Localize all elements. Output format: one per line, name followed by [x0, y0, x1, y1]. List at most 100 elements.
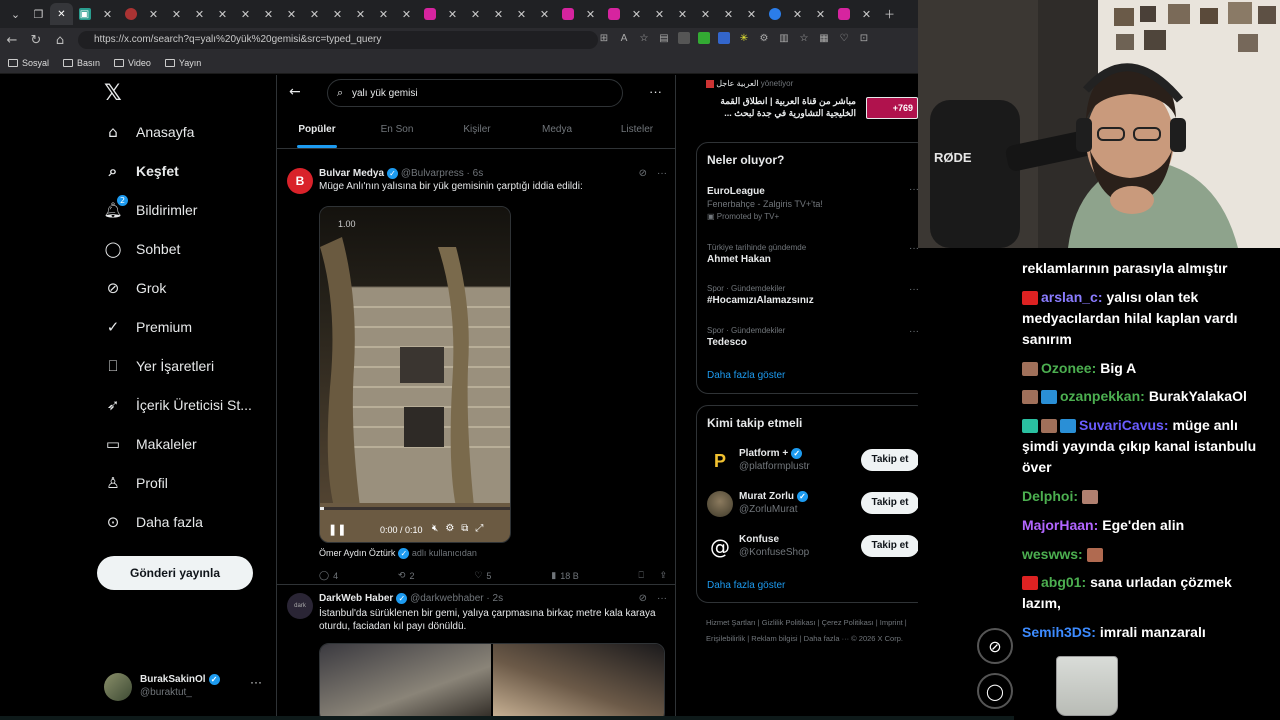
- nav-more[interactable]: ⊙ Daha fazla: [104, 513, 203, 531]
- browser-tab[interactable]: ✕: [165, 3, 188, 25]
- tweet-time[interactable]: 6s: [473, 168, 484, 179]
- browser-tab[interactable]: ✕: [280, 3, 303, 25]
- messages-floating-button[interactable]: ◯: [977, 673, 1013, 709]
- browser-tab[interactable]: ✕: [211, 3, 234, 25]
- more-dots-icon[interactable]: ···: [909, 326, 918, 337]
- nav-articles[interactable]: ▭ Makaleler: [104, 435, 197, 453]
- browser-tab[interactable]: [418, 3, 441, 25]
- settings-icon[interactable]: ⊡: [858, 32, 870, 44]
- browser-tab[interactable]: ✕: [855, 3, 878, 25]
- nav-creator-studio[interactable]: ➶ İçerik Üreticisi St...: [104, 396, 252, 414]
- browser-tab[interactable]: [832, 3, 855, 25]
- back-arrow-icon[interactable]: ←: [289, 84, 301, 100]
- extension-icon[interactable]: [678, 32, 690, 44]
- show-more-link[interactable]: Daha fazla göster: [707, 580, 785, 591]
- browser-tab[interactable]: ✕: [188, 3, 211, 25]
- tab-people[interactable]: Kişiler: [437, 113, 517, 148]
- browser-tab[interactable]: ✕: [786, 3, 809, 25]
- footer-links[interactable]: Hizmet Şartları | Gizlilik Politikası | …: [706, 615, 918, 647]
- follow-button[interactable]: Takip et: [861, 492, 918, 514]
- bookmark-folder[interactable]: Yayın: [164, 58, 201, 68]
- tab-lists[interactable]: Listeler: [597, 113, 675, 148]
- grok-icon[interactable]: ⊘: [639, 168, 647, 179]
- nav-notifications[interactable]: 🔔︎ 2 Bildirimler: [103, 195, 197, 219]
- tweet-author[interactable]: DarkWeb Haber: [319, 593, 393, 604]
- share-icon[interactable]: ⇪: [659, 570, 667, 581]
- repost-button[interactable]: ⟲ 2: [398, 570, 415, 581]
- trend-item[interactable]: Türkiye tarihinde gündemde Ahmet Hakan ·…: [707, 243, 918, 265]
- follow-button[interactable]: Takip et: [861, 449, 918, 471]
- favorite-star-icon[interactable]: ☆: [638, 32, 650, 44]
- trend-item[interactable]: EuroLeague Fenerbahçe - Zalgiris TV+'ta!…: [707, 184, 918, 221]
- tab-popular[interactable]: Popüler: [277, 113, 357, 148]
- more-dots-icon[interactable]: ···: [250, 675, 262, 689]
- tab-latest[interactable]: En Son: [357, 113, 437, 148]
- reply-button[interactable]: ◯ 4: [319, 570, 338, 581]
- browser-tab[interactable]: ✕: [533, 3, 556, 25]
- browser-tab[interactable]: ✕: [625, 3, 648, 25]
- nav-chat[interactable]: ◯ Sohbet: [104, 240, 181, 258]
- mute-icon[interactable]: 🔇︎: [432, 523, 438, 534]
- nav-profile[interactable]: ♙ Profil: [104, 474, 168, 492]
- browser-tab[interactable]: ✕: [372, 3, 395, 25]
- app-icon[interactable]: ⊞: [598, 32, 610, 44]
- media-image[interactable]: [493, 644, 664, 720]
- browser-tab[interactable]: ✕: [717, 3, 740, 25]
- follow-suggestion[interactable]: @ Konfuse @KonfuseShop Takip et: [707, 532, 918, 562]
- grok-icon[interactable]: ⊘: [639, 593, 647, 604]
- split-icon[interactable]: ▤: [658, 32, 670, 44]
- tweet-time[interactable]: 2s: [493, 593, 504, 604]
- tweet-media[interactable]: [319, 643, 665, 720]
- media-image[interactable]: [320, 644, 491, 720]
- more-dots-icon[interactable]: ···: [909, 243, 918, 254]
- tweet-avatar[interactable]: dark: [287, 593, 313, 619]
- browser-tab[interactable]: [602, 3, 625, 25]
- picture-in-picture-icon[interactable]: ⧉: [461, 523, 468, 534]
- browser-tab[interactable]: ✕: [809, 3, 832, 25]
- sidebar-icon[interactable]: ▥: [778, 32, 790, 44]
- browser-tab[interactable]: ✕: [441, 3, 464, 25]
- browser-tab[interactable]: ✕: [579, 3, 602, 25]
- bookmark-folder[interactable]: Video: [114, 58, 151, 68]
- more-dots-icon[interactable]: ···: [657, 168, 667, 179]
- browser-tab[interactable]: ✕: [257, 3, 280, 25]
- tweet-author[interactable]: Bulvar Medya: [319, 168, 384, 179]
- tab-media[interactable]: Medya: [517, 113, 597, 148]
- nav-grok[interactable]: ⊘ Grok: [104, 279, 167, 297]
- url-field[interactable]: https://x.com/search?q=yalı%20yük%20gemi…: [78, 31, 598, 49]
- fullscreen-icon[interactable]: ⤢: [475, 523, 483, 534]
- new-tab-button[interactable]: ＋: [878, 3, 901, 25]
- browser-tab[interactable]: ✕: [671, 3, 694, 25]
- browser-tab[interactable]: [119, 3, 142, 25]
- extensions-puzzle-icon[interactable]: ⚙: [758, 32, 770, 44]
- browser-tab[interactable]: ✕: [142, 3, 165, 25]
- browser-tab[interactable]: ✕: [96, 3, 119, 25]
- back-icon[interactable]: ←: [0, 33, 24, 48]
- follow-suggestion[interactable]: P Platform + ✓ @platformplustr Takip et: [707, 446, 918, 476]
- browser-tab[interactable]: ✕: [303, 3, 326, 25]
- favorites-icon[interactable]: ☆: [798, 32, 810, 44]
- browser-tab[interactable]: [556, 3, 579, 25]
- follow-button[interactable]: Takip et: [861, 535, 918, 557]
- bookmark-folder[interactable]: Sosyal: [8, 58, 49, 68]
- grok-floating-button[interactable]: ⊘: [977, 628, 1013, 664]
- tab-list-icon[interactable]: ⌄: [4, 3, 27, 25]
- read-aloud-icon[interactable]: A: [618, 32, 630, 44]
- more-dots-icon[interactable]: ···: [657, 593, 667, 604]
- nav-bookmarks[interactable]: ⎕ Yer İşaretleri: [104, 357, 214, 375]
- trend-item[interactable]: Spor · Gündemdekiler #HocamızıAlamazsını…: [707, 284, 918, 306]
- settings-gear-icon[interactable]: ⚙: [445, 523, 454, 534]
- nav-explore[interactable]: ⌕ Keşfet: [104, 162, 179, 180]
- live-broadcast-promo[interactable]: العربية عاجل yönetiyor مباشر من قناة الع…: [706, 79, 918, 129]
- tweet-handle[interactable]: @Bulvarpress: [401, 168, 464, 179]
- post-button[interactable]: Gönderi yayınla: [97, 556, 253, 590]
- browser-tab[interactable]: ✕: [510, 3, 533, 25]
- account-switcher[interactable]: BurakSakinOl ✓ @buraktut_ ···: [104, 671, 264, 701]
- x-logo-icon[interactable]: 𝕏: [104, 81, 122, 106]
- extension-icon[interactable]: [718, 32, 730, 44]
- search-options-icon[interactable]: ···: [649, 84, 662, 99]
- extension-icon[interactable]: ✳: [738, 32, 750, 44]
- browser-tab[interactable]: ✕: [395, 3, 418, 25]
- like-button[interactable]: ♡ 5: [474, 570, 491, 581]
- bookmark-folder[interactable]: Basın: [63, 58, 100, 68]
